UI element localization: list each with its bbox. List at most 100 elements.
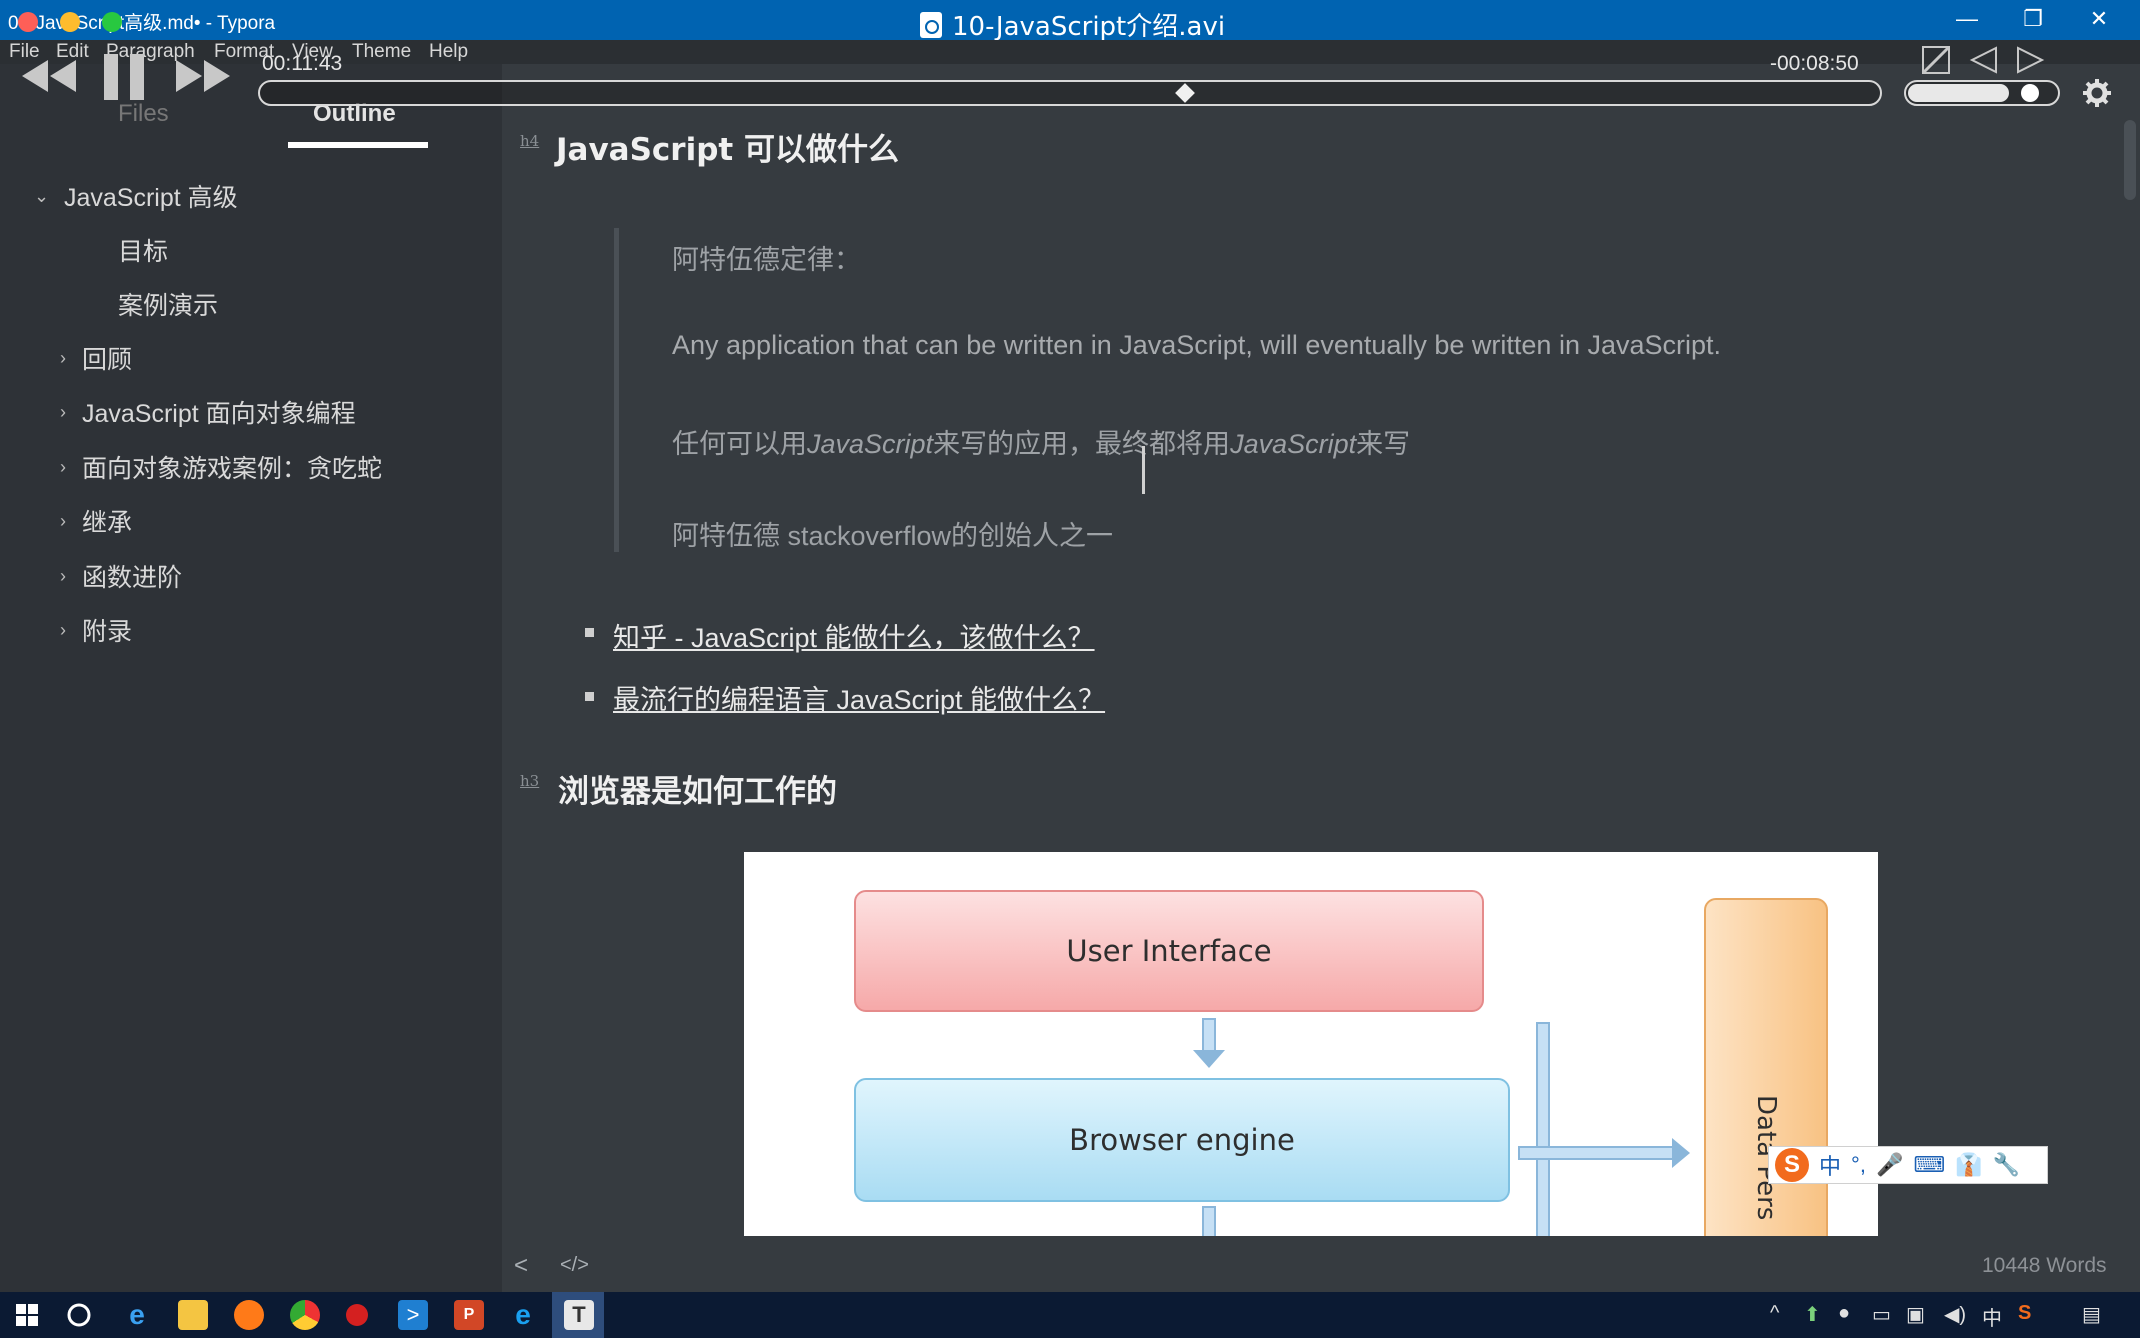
ime-punctuation-icon[interactable]: °, (1851, 1152, 1866, 1178)
editor-scrollbar[interactable] (2124, 120, 2136, 200)
ime-toolbar[interactable]: S 中 °, 🎤 ⌨ 👔 🔧 (1768, 1146, 2048, 1184)
gear-icon[interactable] (2082, 78, 2112, 108)
outline-label: 函数进阶 (82, 564, 183, 592)
outline-item-review[interactable]: › 回顾 (60, 340, 132, 376)
blockquote-bar (614, 228, 619, 552)
ime-chinese-mode[interactable]: 中 (1819, 1149, 1841, 1181)
outline-item-functions[interactable]: › 函数进阶 (60, 558, 182, 594)
chevron-right-icon[interactable]: › (60, 402, 82, 423)
volume-fill (1908, 84, 2009, 102)
tray-expand-icon[interactable]: ^ (1770, 1302, 1779, 1325)
chevron-left-icon[interactable]: < (514, 1252, 528, 1280)
sidebar (0, 64, 502, 1292)
vscode-icon[interactable]: > (398, 1300, 428, 1330)
notification-center-icon[interactable]: ▤ (2082, 1302, 2101, 1327)
restore-button[interactable]: ❐ (2000, 2, 2066, 36)
video-file-icon (920, 11, 942, 38)
heading-level-marker: h4 (520, 132, 540, 150)
outline-item-inherit[interactable]: › 继承 (60, 503, 132, 539)
link-zhihu[interactable]: 知乎 - JavaScript 能做什么，该做什么？ (613, 616, 1095, 655)
outline-item-goals[interactable]: 目标 (118, 232, 168, 268)
user-interface-box: User Interface (854, 890, 1484, 1012)
arrow-down-head (1193, 1050, 1225, 1068)
outline-item-oop[interactable]: › JavaScript 面向对象编程 (60, 394, 356, 430)
input-language-indicator[interactable]: 中 (1982, 1302, 2002, 1331)
previous-chapter-icon[interactable] (1968, 44, 2000, 76)
outline-item-appendix[interactable]: › 附录 (60, 612, 132, 648)
chevron-right-icon[interactable]: › (60, 348, 82, 369)
file-explorer-icon[interactable] (178, 1300, 208, 1330)
data-persistence-box: Data Pers (1704, 898, 1828, 1236)
tray-battery-icon[interactable]: ▭ (1872, 1302, 1891, 1327)
heading-browser-works: 浏览器是如何工作的 (558, 774, 837, 810)
list-bullet (585, 692, 594, 701)
microphone-icon[interactable]: 🎤 (1876, 1152, 1903, 1178)
quote-line-3: 任何可以用JavaScript来写的应用，最终都将用JavaScript来写 (672, 429, 1411, 459)
record-icon[interactable] (346, 1304, 368, 1326)
text-cursor (1142, 446, 1145, 494)
browser-architecture-diagram: User Interface Browser engine Data Pers (744, 852, 1878, 1236)
chevron-right-icon[interactable]: › (60, 511, 82, 532)
edge-icon[interactable]: e (122, 1299, 152, 1330)
list-bullet (585, 628, 594, 637)
status-bar (0, 1236, 2140, 1292)
quote-line-2: Any application that can be written in J… (672, 330, 1722, 360)
wrench-icon[interactable]: 🔧 (1993, 1152, 2020, 1178)
remaining-time: -00:08:50 (1770, 52, 1859, 75)
source-code-toggle-icon[interactable]: </> (560, 1254, 589, 1277)
link-popular-language[interactable]: 最流行的编程语言 JavaScript 能做什么？ (613, 678, 1105, 717)
outline-label: 继承 (82, 509, 133, 537)
chevron-down-icon[interactable]: ⌄ (34, 186, 56, 207)
outline-item-snake[interactable]: › 面向对象游戏案例：贪吃蛇 (60, 449, 382, 485)
keyboard-icon[interactable]: ⌨ (1913, 1152, 1945, 1178)
arrow-right-head (1672, 1138, 1690, 1168)
close-dot-icon[interactable] (18, 12, 38, 32)
skin-icon[interactable]: 👔 (1955, 1152, 1982, 1178)
chevron-right-icon[interactable]: › (60, 457, 82, 478)
quote-line-1: 阿特伍德定律： (672, 245, 861, 275)
menu-theme[interactable]: Theme (352, 41, 411, 63)
tray-app-icon[interactable]: ● (1838, 1302, 1850, 1325)
chrome-icon[interactable] (290, 1300, 320, 1330)
outline-item-demo[interactable]: 案例演示 (118, 286, 218, 322)
sogou-logo-icon[interactable]: S (1775, 1148, 1809, 1182)
chevron-right-icon[interactable]: › (60, 566, 82, 587)
speaker-tray-icon[interactable]: ◀) (1944, 1302, 1966, 1327)
outline-label: 案例演示 (118, 292, 219, 320)
outline-label: JavaScript 面向对象编程 (82, 400, 356, 428)
tray-update-icon[interactable]: ⬆ (1804, 1302, 1821, 1327)
word-count[interactable]: 10448 Words (1982, 1254, 2107, 1278)
cortana-icon[interactable] (64, 1300, 94, 1330)
video-title-text: 10-JavaScript介绍.avi (952, 12, 1226, 42)
tab-files[interactable]: Files (118, 100, 169, 128)
menu-help[interactable]: Help (429, 41, 468, 63)
volume-knob[interactable] (2020, 84, 2039, 102)
video-title: 10-JavaScript介绍.avi (920, 6, 1225, 43)
arrow-down-2 (1202, 1206, 1216, 1236)
typora-icon[interactable]: T (564, 1300, 594, 1330)
firefox-icon[interactable] (234, 1300, 264, 1330)
powerpoint-icon[interactable]: P (454, 1300, 484, 1330)
outline-label: 附录 (82, 618, 133, 646)
elapsed-time: 00:11:43 (262, 52, 343, 75)
no-subtitles-icon[interactable] (1920, 44, 1952, 76)
next-chapter-icon[interactable] (2014, 44, 2046, 76)
fast-forward-icon[interactable] (174, 56, 232, 96)
rewind-icon[interactable] (20, 56, 78, 96)
heading-js-can-do: JavaScript 可以做什么 (556, 132, 899, 168)
chevron-right-icon[interactable]: › (60, 620, 82, 641)
pause-icon[interactable] (102, 52, 146, 102)
sogou-tray-icon[interactable]: S (2018, 1302, 2031, 1325)
minimize-button[interactable]: — (1934, 2, 2000, 36)
minimize-dot-icon[interactable] (60, 12, 80, 32)
ie-icon[interactable]: e (508, 1299, 538, 1330)
volume-slider[interactable] (1904, 80, 2060, 106)
quote-line-4: 阿特伍德 stackoverflow的创始人之一 (672, 521, 1114, 551)
seek-bar[interactable] (258, 80, 1882, 106)
close-button[interactable]: ✕ (2066, 2, 2132, 36)
outline-item-js-advanced[interactable]: ⌄ JavaScript 高级 (34, 178, 238, 214)
network-icon[interactable]: ▣ (1906, 1302, 1925, 1327)
seek-thumb[interactable] (1175, 83, 1195, 103)
windows-start-icon[interactable] (12, 1300, 42, 1330)
zoom-dot-icon[interactable] (102, 12, 122, 32)
